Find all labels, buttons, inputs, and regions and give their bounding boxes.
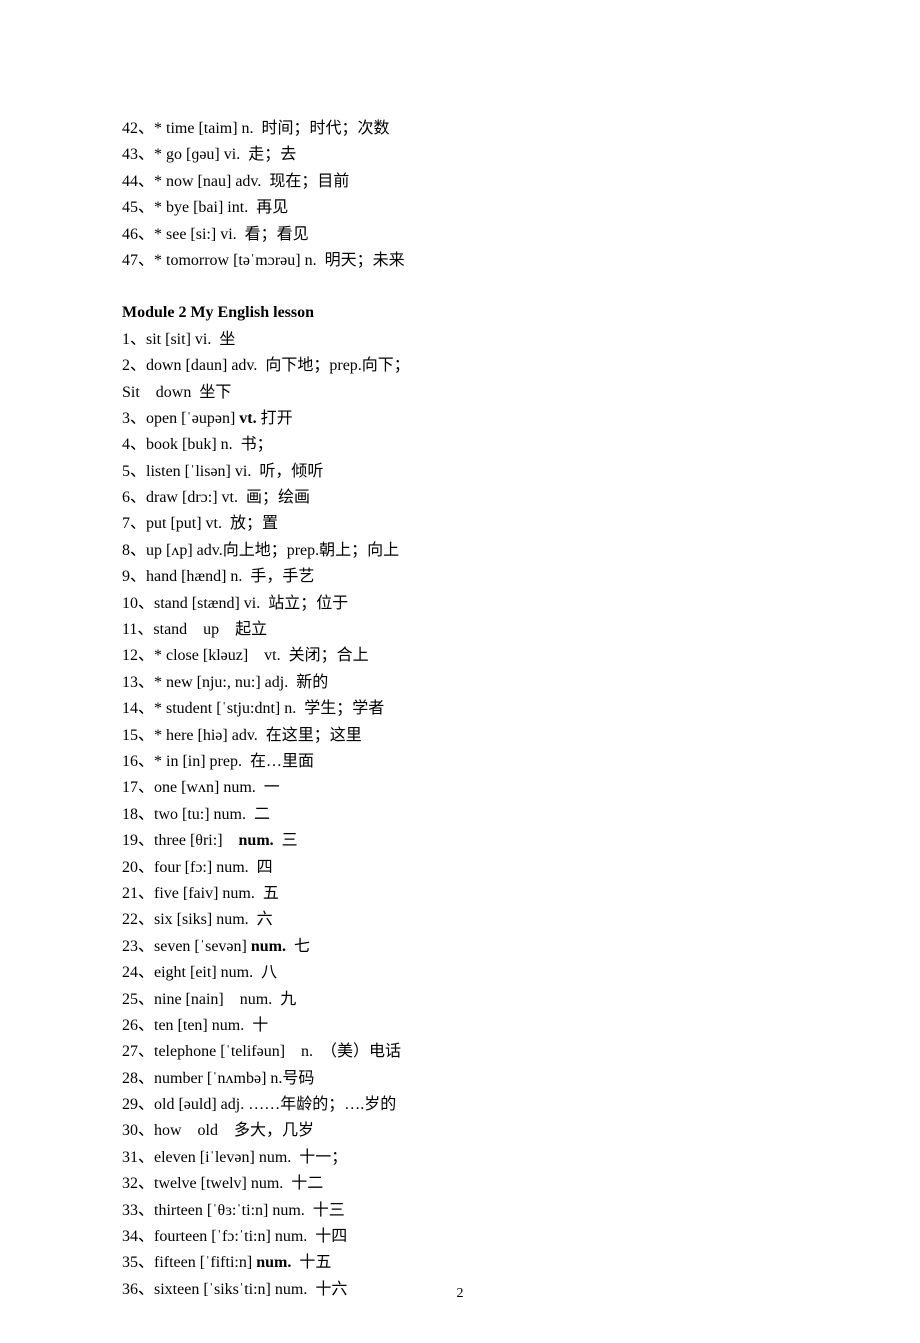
text-span: 47、* tomorrow [təˈmɔrəu] n. 明天；未来 <box>122 252 405 269</box>
text-span: 27、telephone [ˈtelifəun] n. （美）电话 <box>122 1043 401 1060</box>
text-span: 5、listen [ˈlisən] vi. 听，倾听 <box>122 463 323 480</box>
text-span: 三 <box>274 832 298 849</box>
text-line: 16、* in [in] prep. 在…里面 <box>122 749 798 775</box>
text-line: 26、ten [ten] num. 十 <box>122 1013 798 1039</box>
text-line: 18、two [tu:] num. 二 <box>122 802 798 828</box>
text-line: 43、* go [ɡəu] vi. 走；去 <box>122 142 798 168</box>
text-line: 13、* new [nju:, nu:] adj. 新的 <box>122 670 798 696</box>
text-line: 6、draw [drɔ:] vt. 画；绘画 <box>122 485 798 511</box>
text-span: 10、stand [stænd] vi. 站立；位于 <box>122 595 348 612</box>
text-span: 12、* close [kləuz] vt. 关闭；合上 <box>122 647 369 664</box>
text-span: 45、* bye [bai] int. 再见 <box>122 199 288 216</box>
text-line: 7、put [put] vt. 放；置 <box>122 511 798 537</box>
text-line: 25、nine [nain] num. 九 <box>122 987 798 1013</box>
text-line: 15、* here [hiə] adv. 在这里；这里 <box>122 723 798 749</box>
text-line: 23、seven [ˈsevən] num. 七 <box>122 934 798 960</box>
text-span: 46、* see [si:] vi. 看；看见 <box>122 226 309 243</box>
text-line: 30、how old 多大，几岁 <box>122 1118 798 1144</box>
text-span: 6、draw [drɔ:] vt. 画；绘画 <box>122 489 310 506</box>
text-line: 8、up [ʌp] adv.向上地；prep.朝上；向上 <box>122 538 798 564</box>
text-span: 33、thirteen [ˈθɜ:ˈti:n] num. 十三 <box>122 1202 345 1219</box>
text-line: 22、six [siks] num. 六 <box>122 907 798 933</box>
text-line: 33、thirteen [ˈθɜ:ˈti:n] num. 十三 <box>122 1198 798 1224</box>
text-span: 14、* student [ˈstju:dnt] n. 学生；学者 <box>122 700 384 717</box>
text-span: 25、nine [nain] num. 九 <box>122 991 296 1008</box>
text-line: 20、four [fɔ:] num. 四 <box>122 855 798 881</box>
text-span: 30、how old 多大，几岁 <box>122 1122 314 1139</box>
text-line: 1、sit [sit] vi. 坐 <box>122 327 798 353</box>
text-line: 44、* now [nau] adv. 现在；目前 <box>122 169 798 195</box>
text-line: 31、eleven [iˈlevən] num. 十一； <box>122 1145 798 1171</box>
text-span: vt. <box>239 410 256 427</box>
text-line: 42、* time [taim] n. 时间；时代；次数 <box>122 116 798 142</box>
text-span: 15、* here [hiə] adv. 在这里；这里 <box>122 727 362 744</box>
text-span: Sit down 坐下 <box>122 384 231 401</box>
text-span: 十五 <box>291 1254 331 1271</box>
text-span: 1、sit [sit] vi. 坐 <box>122 331 235 348</box>
text-span: 42、* time [taim] n. 时间；时代；次数 <box>122 120 390 137</box>
text-span: 24、eight [eit] num. 八 <box>122 964 277 981</box>
text-line: 17、one [wʌn] num. 一 <box>122 775 798 801</box>
text-line: 34、fourteen [ˈfɔ:ˈti:n] num. 十四 <box>122 1224 798 1250</box>
text-span: num. <box>251 938 286 955</box>
text-line: 10、stand [stænd] vi. 站立；位于 <box>122 591 798 617</box>
text-line: 11、stand up 起立 <box>122 617 798 643</box>
text-span: 31、eleven [iˈlevən] num. 十一； <box>122 1149 347 1166</box>
text-line: 19、three [θri:] num. 三 <box>122 828 798 854</box>
text-line: 45、* bye [bai] int. 再见 <box>122 195 798 221</box>
document-content: 42、* time [taim] n. 时间；时代；次数 43、* go [ɡəu… <box>122 116 798 1303</box>
text-span: Module 2 My English lesson <box>122 304 314 321</box>
document-page: 42、* time [taim] n. 时间；时代；次数 43、* go [ɡəu… <box>0 0 920 1343</box>
text-line: 9、hand [hænd] n. 手，手艺 <box>122 564 798 590</box>
text-span: 22、six [siks] num. 六 <box>122 911 273 928</box>
text-line: 29、old [əuld] adj. ……年龄的；….岁的 <box>122 1092 798 1118</box>
text-line: 46、* see [si:] vi. 看；看见 <box>122 222 798 248</box>
text-span: 8、up [ʌp] adv.向上地；prep.朝上；向上 <box>122 542 399 559</box>
text-line: 3、open [ˈəupən] vt. 打开 <box>122 406 798 432</box>
text-span: 7、put [put] vt. 放；置 <box>122 515 278 532</box>
text-span: 20、four [fɔ:] num. 四 <box>122 859 273 876</box>
text-span: num. <box>256 1254 291 1271</box>
text-line: 14、* student [ˈstju:dnt] n. 学生；学者 <box>122 696 798 722</box>
text-span: 11、stand up 起立 <box>122 621 267 638</box>
text-span: 19、three [θri:] <box>122 832 239 849</box>
text-span: 2、down [daun] adv. 向下地；prep.向下； <box>122 357 410 374</box>
text-span: 16、* in [in] prep. 在…里面 <box>122 753 314 770</box>
text-span: 七 <box>286 938 310 955</box>
text-line: 5、listen [ˈlisən] vi. 听，倾听 <box>122 459 798 485</box>
text-line: 4、book [buk] n. 书； <box>122 432 798 458</box>
text-line: Sit down 坐下 <box>122 380 798 406</box>
text-span: 18、two [tu:] num. 二 <box>122 806 270 823</box>
text-span: 29、old [əuld] adj. ……年龄的；….岁的 <box>122 1096 396 1113</box>
text-span: 21、five [faiv] num. 五 <box>122 885 279 902</box>
text-span: 35、fifteen [ˈfifti:n] <box>122 1254 256 1271</box>
text-span: 26、ten [ten] num. 十 <box>122 1017 268 1034</box>
text-line: 27、telephone [ˈtelifəun] n. （美）电话 <box>122 1039 798 1065</box>
text-span: 23、seven [ˈsevən] <box>122 938 251 955</box>
text-span: 17、one [wʌn] num. 一 <box>122 779 280 796</box>
text-line: 24、eight [eit] num. 八 <box>122 960 798 986</box>
text-line: Module 2 My English lesson <box>122 300 798 326</box>
text-span: 44、* now [nau] adv. 现在；目前 <box>122 173 349 190</box>
text-span: num. <box>239 832 274 849</box>
text-line: 21、five [faiv] num. 五 <box>122 881 798 907</box>
text-span: 打开 <box>257 410 293 427</box>
text-line: 47、* tomorrow [təˈmɔrəu] n. 明天；未来 <box>122 248 798 274</box>
text-span: 13、* new [nju:, nu:] adj. 新的 <box>122 674 328 691</box>
text-line: 32、twelve [twelv] num. 十二 <box>122 1171 798 1197</box>
text-span: 32、twelve [twelv] num. 十二 <box>122 1175 323 1192</box>
text-span: 9、hand [hænd] n. 手，手艺 <box>122 568 314 585</box>
text-span: 28、number [ˈnʌmbə] n.号码 <box>122 1070 314 1087</box>
text-line: 28、number [ˈnʌmbə] n.号码 <box>122 1066 798 1092</box>
text-span: 4、book [buk] n. 书； <box>122 436 273 453</box>
text-span: 3、open [ˈəupən] <box>122 410 239 427</box>
text-line: 35、fifteen [ˈfifti:n] num. 十五 <box>122 1250 798 1276</box>
text-line: 2、down [daun] adv. 向下地；prep.向下； <box>122 353 798 379</box>
text-line: 12、* close [kləuz] vt. 关闭；合上 <box>122 643 798 669</box>
text-span: 34、fourteen [ˈfɔ:ˈti:n] num. 十四 <box>122 1228 347 1245</box>
text-span: 43、* go [ɡəu] vi. 走；去 <box>122 146 296 163</box>
